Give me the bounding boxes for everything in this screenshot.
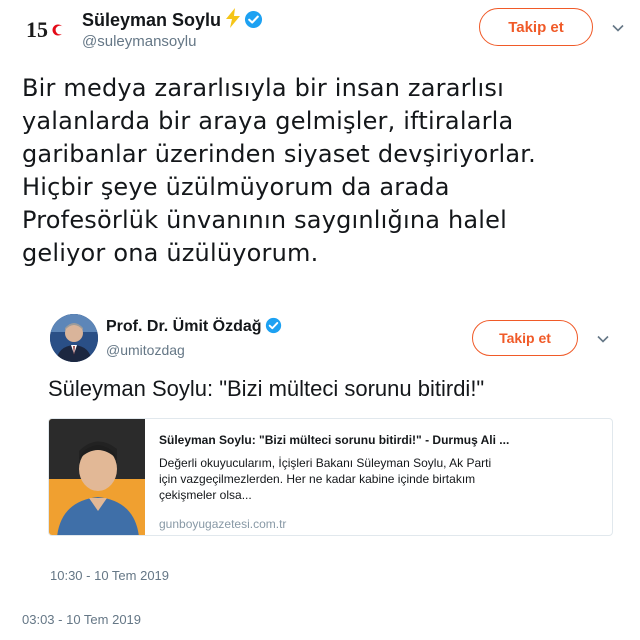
author-handle[interactable]: @suleymansoylu bbox=[82, 33, 196, 50]
link-card-domain: gunboyugazetesi.com.tr bbox=[159, 517, 287, 531]
follow-button[interactable]: Takip et bbox=[479, 8, 593, 46]
link-card-description: Değerli okuyucularım, İçişleri Bakanı Sü… bbox=[159, 456, 492, 502]
quoted-avatar[interactable] bbox=[50, 314, 98, 362]
verified-badge-icon bbox=[265, 317, 282, 339]
link-card-title[interactable]: Süleyman Soylu: "Bizi mülteci sorunu bit… bbox=[159, 433, 509, 447]
avatar-badge-text: 15 bbox=[26, 17, 48, 42]
quoted-author-handle[interactable]: @umitozdag bbox=[106, 342, 185, 358]
chevron-down-icon[interactable] bbox=[610, 20, 626, 36]
avatar[interactable]: 15 bbox=[22, 6, 68, 52]
quoted-timestamp[interactable]: 10:30 - 10 Tem 2019 bbox=[50, 568, 169, 583]
quoted-tweet-text: Süleyman Soylu: "Bizi mülteci sorunu bit… bbox=[48, 376, 485, 401]
quoted-author-name-row[interactable]: Prof. Dr. Ümit Özdağ bbox=[106, 317, 282, 339]
lightning-bolt-icon bbox=[225, 8, 241, 33]
tweet-timestamp[interactable]: 03:03 - 10 Tem 2019 bbox=[22, 612, 141, 627]
author-name[interactable]: Süleyman Soylu bbox=[82, 10, 221, 30]
avatar-logo-icon: 15 bbox=[26, 17, 65, 42]
verified-badge-icon bbox=[244, 10, 263, 34]
link-card[interactable]: Süleyman Soylu: "Bizi mülteci sorunu bit… bbox=[48, 418, 613, 536]
tweet-header: 15 Süleyman Soylu @suleymansoylu Takip e… bbox=[0, 0, 640, 60]
author-name-row[interactable]: Süleyman Soylu bbox=[82, 8, 263, 34]
link-card-image[interactable] bbox=[49, 419, 145, 535]
quoted-tweet[interactable]: Prof. Dr. Ümit Özdağ @umitozdag Takip et… bbox=[22, 300, 634, 605]
quoted-author-name[interactable]: Prof. Dr. Ümit Özdağ bbox=[106, 318, 262, 335]
chevron-down-icon[interactable] bbox=[595, 331, 611, 347]
tweet-text: Bir medya zararlısıyla bir insan zararlı… bbox=[22, 74, 536, 267]
quoted-follow-button[interactable]: Takip et bbox=[472, 320, 578, 356]
